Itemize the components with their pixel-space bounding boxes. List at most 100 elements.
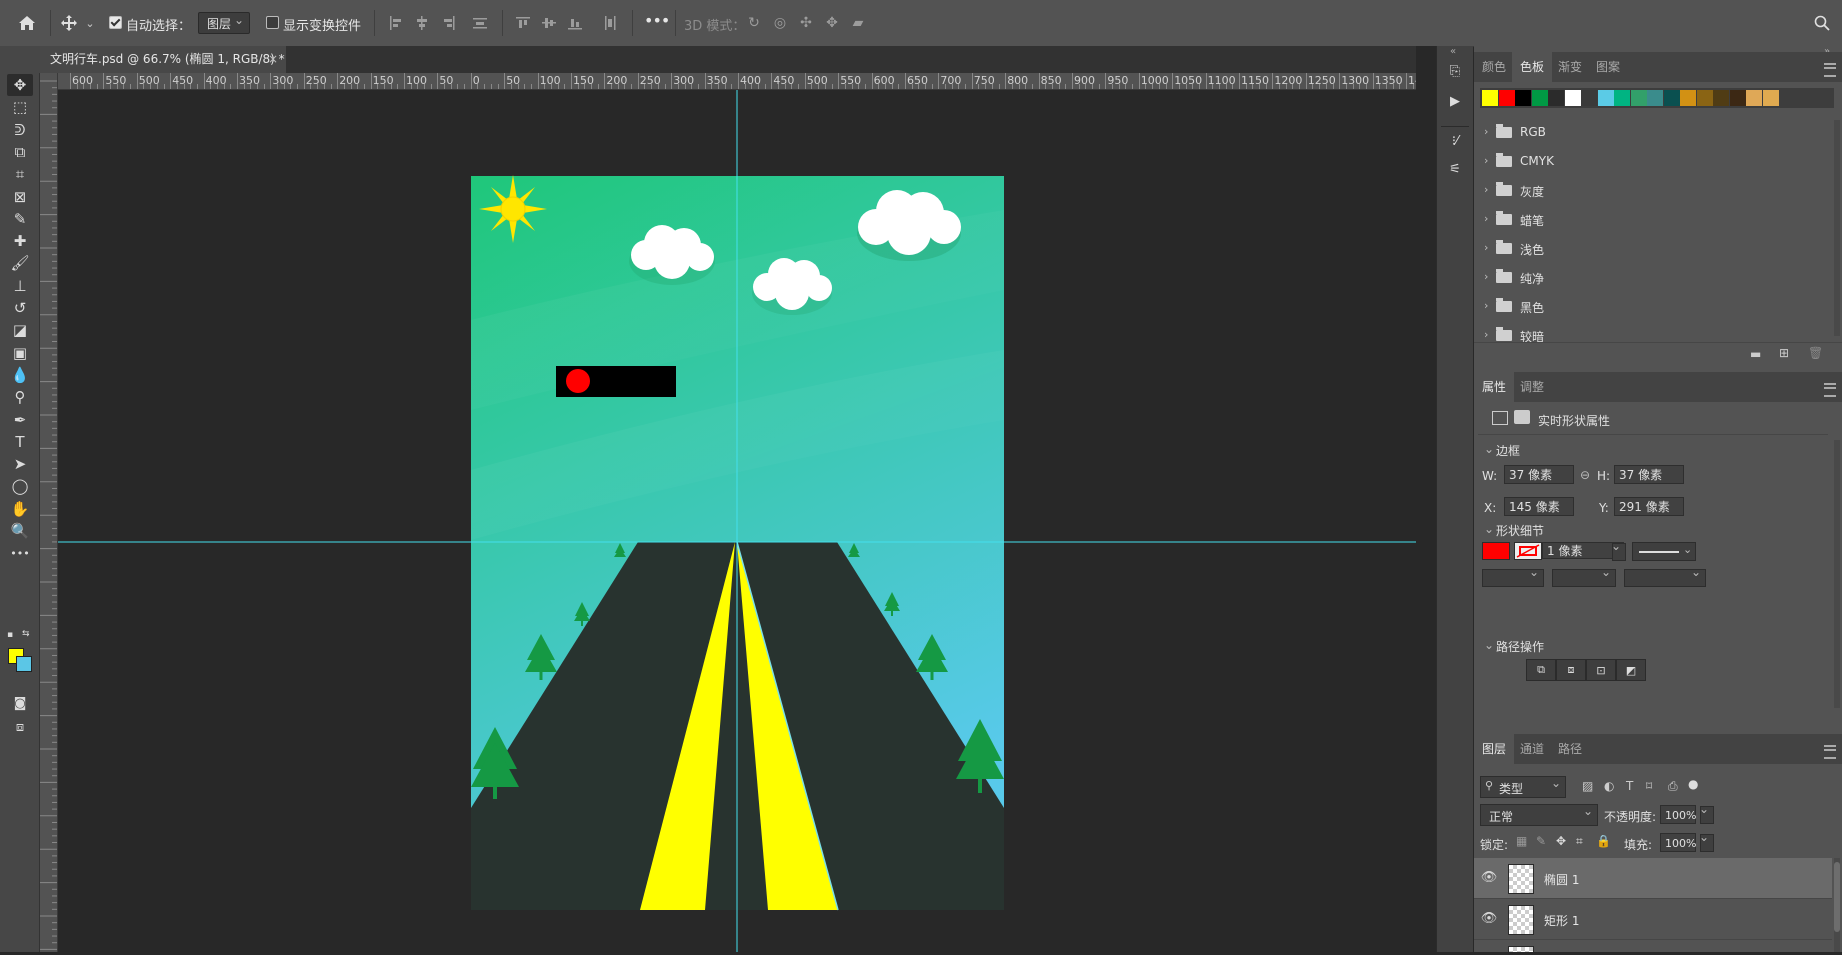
eyedropper-tool[interactable]: ✎: [7, 208, 33, 230]
align-right-icon[interactable]: [438, 13, 458, 33]
fill-input[interactable]: 100%: [1660, 833, 1696, 852]
path-exclude-button[interactable]: ◩: [1616, 659, 1646, 681]
color-swatch[interactable]: [1680, 90, 1696, 106]
chevron-right-icon[interactable]: ›: [1484, 299, 1488, 312]
crop-tool[interactable]: ⌗: [7, 163, 33, 185]
blur-tool[interactable]: 💧: [7, 364, 33, 386]
chevron-right-icon[interactable]: ›: [1484, 270, 1488, 283]
color-swatch[interactable]: [1729, 90, 1746, 106]
chevron-down-icon[interactable]: ⌄: [1484, 638, 1494, 652]
stroke-width-dropdown[interactable]: [1611, 539, 1626, 561]
shape-properties-icon[interactable]: [1492, 411, 1508, 425]
tab-color[interactable]: 颜色: [1474, 52, 1514, 82]
panel-menu-icon[interactable]: [1824, 63, 1836, 77]
fill-color-swatch[interactable]: [1482, 542, 1510, 560]
history-brush-tool[interactable]: ↺: [7, 297, 33, 319]
show-transform-checkbox[interactable]: [266, 16, 279, 29]
dodge-tool[interactable]: ⚲: [7, 386, 33, 408]
gradient-tool[interactable]: ▣: [7, 342, 33, 364]
width-input[interactable]: 37 像素: [1504, 465, 1574, 484]
marquee-tool[interactable]: ⬚: [7, 96, 33, 118]
zoom-tool[interactable]: 🔍: [7, 520, 33, 542]
new-group-icon[interactable]: ▬: [1750, 347, 1761, 361]
align-top-icon[interactable]: [513, 13, 533, 33]
layer-row[interactable]: 👁 矩形 1: [1474, 899, 1832, 940]
horizontal-ruler[interactable]: 600 550 500 450 400 350 300 250 200 150 100 50 0 50 10…: [58, 73, 1416, 90]
filter-smart-object-icon[interactable]: ⎙: [1668, 779, 1678, 794]
blend-mode-dropdown[interactable]: 正常 ⌄: [1480, 804, 1598, 826]
close-icon[interactable]: ×: [268, 46, 278, 73]
panel-menu-icon[interactable]: [1824, 383, 1836, 397]
color-swatch[interactable]: [1515, 90, 1531, 106]
link-icon[interactable]: ⊖: [1580, 468, 1590, 482]
quick-mask-icon[interactable]: ◙: [7, 692, 33, 714]
layer-row[interactable]: 👁 椭圆 1: [1474, 858, 1832, 899]
red-light-ellipse[interactable]: [566, 369, 590, 393]
y-input[interactable]: 291 像素: [1614, 497, 1684, 516]
swatch-folder[interactable]: › 浅色: [1474, 234, 1834, 263]
mask-properties-icon[interactable]: [1514, 410, 1530, 424]
color-swatch[interactable]: [1762, 90, 1779, 106]
visibility-eye-icon[interactable]: 👁: [1480, 868, 1498, 886]
trash-icon[interactable]: 🗑: [1808, 346, 1823, 360]
tab-adjustments[interactable]: 调整: [1512, 372, 1552, 402]
path-intersect-button[interactable]: ⊡: [1586, 659, 1616, 681]
height-input[interactable]: 37 像素: [1614, 465, 1684, 484]
color-swatch[interactable]: [1498, 90, 1515, 106]
chevron-right-icon[interactable]: ›: [1484, 328, 1488, 341]
layer-row[interactable]: 👁树 拷贝: [1474, 940, 1832, 952]
swatch-folder[interactable]: › 黑色: [1474, 292, 1834, 321]
align-middle-icon[interactable]: [539, 13, 559, 33]
filter-pixel-icon[interactable]: ▨: [1582, 779, 1593, 793]
filter-shape-icon[interactable]: ⌑: [1646, 779, 1652, 793]
stroke-color-swatch[interactable]: [1514, 542, 1542, 560]
background-color-swatch[interactable]: [16, 656, 32, 672]
type-tool[interactable]: T: [7, 431, 33, 453]
swap-colors-icon[interactable]: ⇆: [22, 629, 30, 639]
color-swatch[interactable]: [1630, 90, 1647, 106]
color-swatch[interactable]: [1713, 90, 1729, 106]
visibility-eye-icon[interactable]: 👁: [1480, 909, 1498, 927]
filter-toggle-icon[interactable]: ●: [1688, 777, 1698, 791]
opacity-dropdown[interactable]: [1699, 802, 1714, 824]
history-icon[interactable]: ⎘: [1445, 64, 1465, 84]
color-swatch[interactable]: [1746, 90, 1762, 106]
chevron-down-icon[interactable]: ⌄: [1484, 442, 1494, 456]
stroke-caps-dropdown[interactable]: [1552, 565, 1616, 587]
ellipse-tool[interactable]: ◯: [7, 475, 33, 497]
scrollbar[interactable]: [1834, 858, 1840, 952]
scrollbar[interactable]: [1834, 120, 1840, 336]
distribute-icon[interactable]: [470, 13, 490, 33]
path-combine-button[interactable]: ⧉: [1526, 659, 1556, 681]
tab-properties[interactable]: 属性: [1474, 372, 1515, 402]
chevron-down-icon[interactable]: ⌄: [80, 13, 100, 33]
align-center-icon[interactable]: [412, 13, 432, 33]
scrollbar-thumb[interactable]: [1834, 862, 1840, 932]
align-bottom-icon[interactable]: [565, 13, 585, 33]
tab-gradients[interactable]: 渐变: [1550, 52, 1590, 82]
tab-paths[interactable]: 路径: [1550, 734, 1590, 764]
auto-select-target-dropdown[interactable]: 图层: [198, 9, 250, 34]
search-icon[interactable]: [1812, 13, 1832, 33]
tab-swatches[interactable]: 色板: [1512, 52, 1553, 82]
color-swatch[interactable]: [1696, 90, 1713, 106]
brush-tool[interactable]: 🖌: [7, 252, 33, 274]
stroke-type-dropdown[interactable]: ⌄: [1632, 542, 1696, 561]
filter-adjustment-icon[interactable]: ◐: [1604, 779, 1614, 793]
lock-position-icon[interactable]: ✥: [1556, 834, 1566, 848]
lock-artboard-icon[interactable]: ⌗: [1576, 834, 1583, 849]
swatch-folder[interactable]: › 灰度: [1474, 176, 1834, 205]
color-swatch[interactable]: [1548, 90, 1564, 106]
filter-type-icon[interactable]: T: [1626, 779, 1633, 793]
stroke-corners-dropdown[interactable]: [1624, 565, 1706, 587]
lock-all-icon[interactable]: 🔒: [1596, 834, 1611, 848]
color-swatch[interactable]: [1581, 90, 1597, 106]
tab-layers[interactable]: 图层: [1474, 734, 1515, 764]
move-icon[interactable]: [58, 12, 80, 34]
chevron-down-icon[interactable]: ⌄: [1484, 522, 1494, 536]
document-tab[interactable]: 文明行车.psd @ 66.7% (椭圆 1, RGB/8) * ×: [40, 46, 286, 73]
distribute-vertical-icon[interactable]: [600, 13, 620, 33]
default-colors-icon[interactable]: ▪: [7, 630, 13, 640]
artboard[interactable]: [58, 90, 1416, 952]
color-swatch[interactable]: [1614, 90, 1630, 106]
